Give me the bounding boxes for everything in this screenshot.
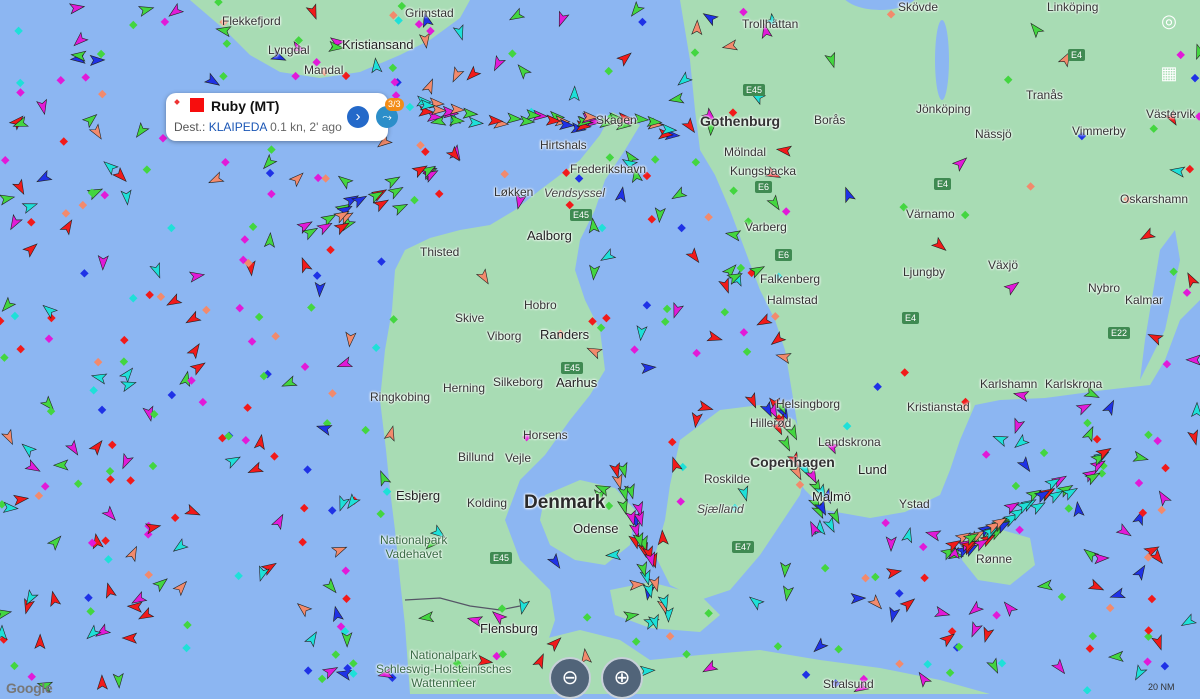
place-label: Vejle [505, 451, 532, 465]
flag-icon [190, 98, 204, 112]
place-label: Flekkefjord [222, 14, 281, 28]
speed-age: 0.1 kn, 2' ago [270, 120, 342, 134]
place-label: Aarhus [556, 375, 598, 390]
place-label: Vendsyssel [544, 186, 605, 200]
place-label: Halmstad [767, 293, 818, 307]
place-label: Nybro [1088, 281, 1121, 295]
place-label: Flensburg [480, 621, 538, 636]
place-label: Aalborg [527, 228, 572, 243]
place-label: Hillerød [750, 416, 792, 430]
chevron-right-icon[interactable]: › [347, 106, 369, 128]
vessel-name[interactable]: Ruby (MT) [211, 98, 279, 114]
destination-link[interactable]: KLAIPEDA [209, 120, 267, 134]
road-shield: E45 [490, 552, 513, 564]
vessel-marker-icon [174, 99, 180, 105]
place-label: Kolding [467, 496, 508, 510]
map-layers-icon[interactable]: ▦ [1158, 62, 1180, 84]
place-label: Skagen [596, 113, 637, 127]
place-label: Randers [540, 327, 590, 342]
dest-label: Dest.: [174, 120, 206, 134]
place-label: Sjælland [697, 502, 744, 516]
place-label: Roskilde [704, 472, 751, 486]
place-label: Ystad [899, 497, 930, 511]
place-label: Ringkobing [370, 390, 431, 404]
road-shield: E45 [570, 209, 593, 221]
park-label: Nationalpark Schleswig-Holsteinisches Wa… [376, 648, 512, 690]
road-shield: E4 [1068, 49, 1086, 61]
place-label: Nässjö [975, 127, 1012, 141]
place-label: Trollhättan [742, 17, 799, 31]
count-badge: 3/3 [385, 98, 404, 111]
lake-vattern [935, 20, 949, 100]
vessel-popup[interactable]: Ruby (MT) Dest.: KLAIPEDA 0.1 kn, 2' ago… [166, 93, 404, 141]
road-shield: E22 [1108, 327, 1131, 339]
place-label: Silkeborg [493, 375, 544, 389]
place-label: Lyngdal [268, 43, 310, 57]
place-label: Kristiansand [342, 37, 414, 52]
place-label: Horsens [523, 428, 568, 442]
road-shield: E45 [743, 84, 766, 96]
scale-bar: 20 NM [1148, 682, 1175, 692]
place-label: Esbjerg [396, 488, 441, 503]
zoom-out-icon[interactable]: ⊖ [549, 657, 591, 699]
place-label: Landskrona [818, 435, 881, 449]
place-label: Västervik [1146, 107, 1196, 121]
place-label: Løkken [494, 185, 534, 199]
place-label: Herning [443, 381, 486, 395]
place-label: Frederikshavn [570, 162, 647, 176]
road-shield: E4 [934, 178, 952, 190]
place-label: Borås [814, 113, 846, 127]
road-shield: E47 [732, 541, 755, 553]
place-label: Stralsund [823, 677, 874, 691]
place-label: Jönköping [916, 102, 971, 116]
place-label: Kungsbacka [730, 164, 797, 178]
place-label: Falkenberg [760, 272, 821, 286]
place-label: Thisted [420, 245, 460, 259]
place-label: Värnamo [906, 207, 955, 221]
place-label: Varberg [745, 220, 787, 234]
road-shield: E6 [775, 249, 793, 261]
place-label: Lund [858, 462, 887, 477]
place-label: Helsingborg [776, 397, 841, 411]
place-label: Ljungby [903, 265, 946, 279]
road-shield: E45 [561, 362, 584, 374]
place-label: Linköping [1047, 0, 1099, 14]
place-label: Copenhagen [750, 454, 835, 470]
place-label: Viborg [487, 329, 522, 343]
place-label: Mandal [304, 63, 344, 77]
place-label: Malmö [812, 489, 852, 504]
place-label: Odense [573, 521, 619, 536]
park-label: Nationalpark Vadehavet [380, 533, 448, 561]
locate-icon[interactable]: ◎ [1158, 10, 1180, 32]
place-label: Växjö [988, 258, 1019, 272]
place-label: Hobro [524, 298, 557, 312]
place-label: Skive [455, 311, 485, 325]
place-label: Hirtshals [540, 138, 587, 152]
place-label: Kalmar [1125, 293, 1164, 307]
place-label: Denmark [524, 492, 606, 513]
place-label: Oskarshamn [1120, 192, 1189, 206]
road-shield: E6 [755, 181, 773, 193]
place-label: Skövde [898, 0, 939, 14]
zoom-in-icon[interactable]: ⊕ [601, 657, 643, 699]
place-label: Rønne [976, 552, 1013, 566]
road-shield: E4 [902, 312, 920, 324]
place-label: Tranås [1026, 88, 1063, 102]
place-label: Grimstad [405, 6, 454, 20]
place-label: Gothenburg [700, 113, 781, 129]
vessel-destination: Dest.: KLAIPEDA 0.1 kn, 2' ago [174, 120, 342, 134]
place-label: Karlshamn [980, 377, 1038, 391]
place-label: Vimmerby [1072, 124, 1126, 138]
place-label: Karlskrona [1045, 377, 1103, 391]
place-label: Billund [458, 450, 495, 464]
place-label: Mölndal [724, 145, 767, 159]
place-label: Kristianstad [907, 400, 970, 414]
